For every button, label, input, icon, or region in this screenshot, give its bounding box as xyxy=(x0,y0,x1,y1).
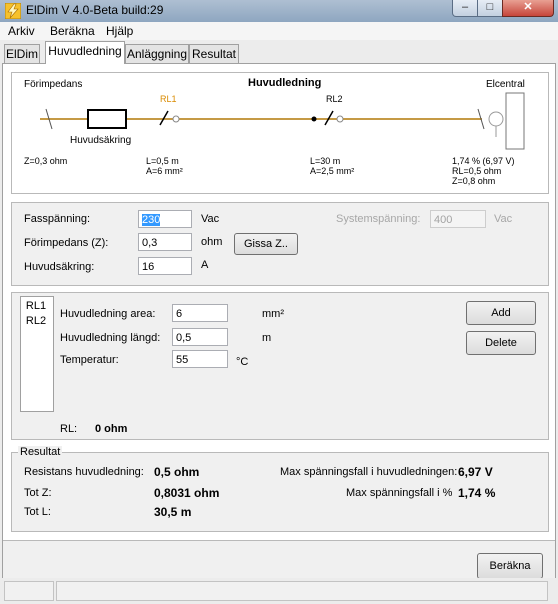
length-input[interactable]: 0,5 xyxy=(172,328,228,346)
area-label: Huvudledning area: xyxy=(60,308,156,320)
close-button[interactable]: ✕ xyxy=(502,0,554,17)
maxfall-pct-label: Max spänningsfall i % xyxy=(346,487,453,499)
result-group: Resultat Resistans huvudledning: 0,5 ohm… xyxy=(11,446,549,532)
systemspanning-label: Systemspänning: xyxy=(336,213,421,225)
resistans-value: 0,5 ohm xyxy=(154,465,200,479)
gissa-z-button[interactable]: Gissa Z.. xyxy=(234,233,298,255)
elcentral-drop: 1,74 % (6,97 V) xyxy=(452,156,515,166)
rl2-node xyxy=(336,115,344,123)
rl2-length: L=30 m xyxy=(310,156,341,166)
huvudsakring-label: Huvudsäkring: xyxy=(24,261,95,273)
fasspanning-unit: Vac xyxy=(201,213,220,225)
elcentral-diagram-label: Elcentral xyxy=(486,79,525,90)
minimize-button[interactable]: – xyxy=(452,0,478,17)
area-unit: mm² xyxy=(262,308,284,320)
elcentral-rl: RL=0,5 ohm xyxy=(452,166,502,176)
tab-eldim[interactable]: ElDim xyxy=(4,44,40,63)
temperature-label: Temperatur: xyxy=(60,354,119,366)
resistans-label: Resistans huvudledning: xyxy=(24,466,144,478)
menu-hjalp[interactable]: Hjälp xyxy=(106,24,133,38)
huvudsakring-diagram-label: Huvudsäkring xyxy=(70,135,132,146)
lightning-app-icon xyxy=(5,3,21,19)
forimpedans-diagram-label: Förimpedans xyxy=(24,79,83,90)
menu-arkiv[interactable]: Arkiv xyxy=(8,24,35,38)
menu-berakna[interactable]: Beräkna xyxy=(50,24,95,38)
tab-panel-huvudledning: Förimpedans Huvudledning Elcentral RL1 R… xyxy=(2,63,556,602)
elcentral-terminal-icon xyxy=(488,111,504,127)
huvudsakring-input[interactable]: 16 xyxy=(138,257,192,275)
tab-strip: ElDim Huvudledning Anläggning Resultat xyxy=(0,40,558,64)
forimpedans-unit: ohm xyxy=(201,236,223,248)
huvudsakring-unit: A xyxy=(201,259,209,271)
rl2-diagram-label: RL2 xyxy=(326,94,343,104)
add-button[interactable]: Add xyxy=(466,301,536,325)
rl-list[interactable]: RL1 RL2 xyxy=(20,296,54,412)
supply-group: Fasspänning: 230 Vac Systemspänning: 400… xyxy=(11,202,549,286)
fasspanning-label: Fasspänning: xyxy=(24,213,91,225)
systemspanning-input: 400 xyxy=(430,210,486,228)
area-input[interactable]: 6 xyxy=(172,304,228,322)
rl2-area: A=2,5 mm² xyxy=(310,166,355,176)
forimpedans-label: Förimpedans (Z): xyxy=(24,237,109,249)
line-group: RL1 RL2 Huvudledning area: 6 mm² Huvudle… xyxy=(11,292,549,440)
delete-button[interactable]: Delete xyxy=(466,331,536,355)
fuse-symbol xyxy=(87,109,127,129)
length-label: Huvudledning längd: xyxy=(60,332,161,344)
maximize-button[interactable]: □ xyxy=(477,0,503,17)
rl-list-item[interactable]: RL1 xyxy=(23,300,49,312)
totl-value: 30,5 m xyxy=(154,505,192,519)
window-title: ElDim V 4.0-Beta build:29 xyxy=(26,3,164,17)
forimpedans-diagram-value: Z=0,3 ohm xyxy=(24,156,68,166)
totz-value: 0,8031 ohm xyxy=(154,486,220,500)
elcentral-z: Z=0,8 ohm xyxy=(452,176,496,186)
forimpedans-input[interactable]: 0,3 xyxy=(138,233,192,251)
temperature-unit: °C xyxy=(236,356,249,368)
temperature-input[interactable]: 55 xyxy=(172,350,228,368)
tab-resultat[interactable]: Resultat xyxy=(189,44,239,63)
tab-huvudledning[interactable]: Huvudledning xyxy=(45,41,125,64)
menu-bar: Arkiv Beräkna Hjälp xyxy=(0,22,558,40)
rl2-junction xyxy=(311,116,317,122)
totl-label: Tot L: xyxy=(24,506,51,518)
rl-result-value: 0 ohm xyxy=(95,423,128,435)
rl-result-label: RL: xyxy=(60,423,78,435)
systemspanning-unit: Vac xyxy=(494,213,513,225)
rl1-node xyxy=(172,115,180,123)
maxfall-v-label: Max spänningsfall i huvudledningen: xyxy=(280,466,458,478)
totz-label: Tot Z: xyxy=(24,487,52,499)
rl1-diagram-label: RL1 xyxy=(160,94,177,104)
maxfall-pct-value: 1,74 % xyxy=(458,486,496,500)
maxfall-v-value: 6,97 V xyxy=(458,465,493,479)
status-bar xyxy=(0,578,558,604)
rl1-length: L=0,5 m xyxy=(146,156,179,166)
status-cell-1 xyxy=(4,581,54,601)
fasspanning-input[interactable]: 230 xyxy=(138,210,192,228)
result-group-label: Resultat xyxy=(18,446,63,458)
diagram-title: Huvudledning xyxy=(248,77,322,89)
tab-anlaggning[interactable]: Anläggning xyxy=(125,44,189,63)
elcentral-panel-icon xyxy=(505,92,525,150)
status-cell-2 xyxy=(56,581,548,601)
length-unit: m xyxy=(262,332,272,344)
rl-list-item[interactable]: RL2 xyxy=(23,315,49,327)
berakna-button[interactable]: Beräkna xyxy=(477,553,543,579)
line-diagram: Förimpedans Huvudledning Elcentral RL1 R… xyxy=(11,72,549,194)
rl1-area: A=6 mm² xyxy=(146,166,183,176)
